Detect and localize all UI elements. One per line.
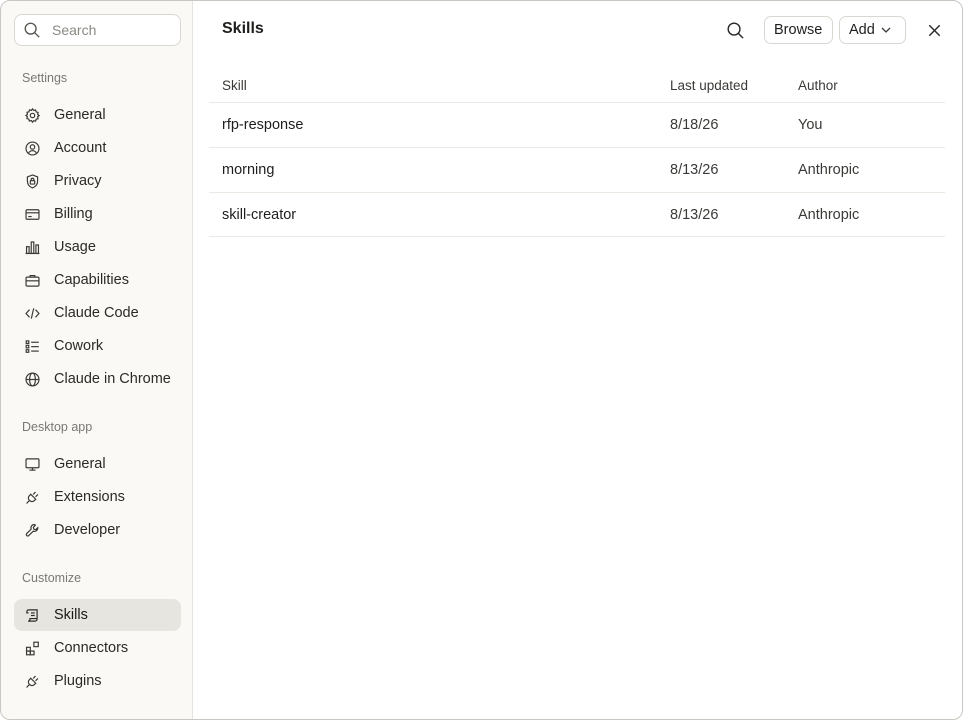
blocks-icon: [23, 639, 41, 657]
search-field[interactable]: [14, 14, 181, 46]
scroll-icon: [23, 606, 41, 624]
table-row[interactable]: morning 8/13/26 Anthropic: [209, 147, 945, 192]
sidebar-item-label: Skills: [54, 607, 88, 623]
settings-window: Settings General Account Privacy Billing…: [0, 0, 963, 720]
sidebar-item-developer[interactable]: Developer: [14, 514, 181, 546]
sidebar-item-label: Account: [54, 140, 107, 156]
credit-card-icon: [23, 205, 41, 223]
section-label-customize: Customize: [22, 571, 82, 585]
column-header-author[interactable]: Author: [798, 78, 838, 93]
sidebar-item-cowork[interactable]: Cowork: [14, 330, 181, 362]
sidebar-item-label: Plugins: [54, 673, 102, 689]
table-row[interactable]: skill-creator 8/13/26 Anthropic: [209, 192, 945, 237]
plug-icon: [23, 488, 41, 506]
plug-icon: [23, 672, 41, 690]
sidebar-item-label: Developer: [54, 522, 121, 538]
globe-icon: [23, 370, 41, 388]
sidebar-item-claude-in-chrome[interactable]: Claude in Chrome: [14, 363, 181, 395]
sidebar-item-skills[interactable]: Skills: [14, 599, 181, 631]
sidebar-item-label: Extensions: [54, 489, 125, 505]
skill-name: skill-creator: [222, 207, 297, 223]
main-panel: Skills Browse Add Skill Last updated Aut…: [194, 1, 962, 719]
sidebar-item-label: Billing: [54, 206, 93, 222]
sidebar-item-claude-code[interactable]: Claude Code: [14, 297, 181, 329]
last-updated: 8/13/26: [670, 207, 719, 223]
sidebar-item-usage[interactable]: Usage: [14, 231, 181, 263]
sidebar-item-label: Cowork: [54, 338, 104, 354]
sidebar-item-desktop-general[interactable]: General: [14, 448, 181, 480]
author: Anthropic: [798, 162, 860, 178]
browse-button[interactable]: Browse: [764, 16, 833, 44]
sidebar-item-privacy[interactable]: Privacy: [14, 165, 181, 197]
table-row[interactable]: rfp-response 8/18/26 You: [209, 102, 945, 147]
skill-name: morning: [222, 162, 275, 178]
sidebar-item-label: General: [54, 107, 106, 123]
search-icon: [24, 22, 40, 38]
gear-icon: [23, 106, 41, 124]
sidebar-item-connectors[interactable]: Connectors: [14, 632, 181, 664]
search-icon: [726, 21, 744, 39]
column-header-skill[interactable]: Skill: [222, 78, 247, 93]
close-icon: [928, 24, 940, 36]
section-label-desktop-app: Desktop app: [22, 420, 93, 434]
sidebar-item-capabilities[interactable]: Capabilities: [14, 264, 181, 296]
section-label-settings: Settings: [22, 71, 68, 85]
sidebar-item-label: Connectors: [54, 640, 129, 656]
sidebar-item-plugins[interactable]: Plugins: [14, 665, 181, 697]
last-updated: 8/18/26: [670, 117, 719, 133]
author: You: [798, 117, 823, 133]
add-button-label: Add: [849, 22, 875, 38]
browse-button-label: Browse: [774, 22, 823, 38]
last-updated: 8/13/26: [670, 162, 719, 178]
page-title: Skills: [222, 20, 264, 37]
search-button[interactable]: [721, 16, 749, 44]
briefcase-icon: [23, 271, 41, 289]
sidebar-item-label: Privacy: [54, 173, 102, 189]
sidebar: Settings General Account Privacy Billing…: [1, 1, 193, 719]
author: Anthropic: [798, 207, 860, 223]
shield-lock-icon: [23, 172, 41, 190]
sidebar-item-account[interactable]: Account: [14, 132, 181, 164]
sidebar-item-label: Usage: [54, 239, 96, 255]
user-circle-icon: [23, 139, 41, 157]
sidebar-item-label: Claude Code: [54, 305, 139, 321]
chevron-down-icon: [881, 27, 891, 33]
skill-name: rfp-response: [222, 117, 304, 133]
bar-chart-icon: [23, 238, 41, 256]
sidebar-item-billing[interactable]: Billing: [14, 198, 181, 230]
sidebar-item-general[interactable]: General: [14, 99, 181, 131]
wrench-icon: [23, 521, 41, 539]
search-input[interactable]: [52, 22, 172, 38]
close-button[interactable]: [920, 16, 948, 44]
code-icon: [23, 304, 41, 322]
sidebar-item-label: Capabilities: [54, 272, 129, 288]
add-button[interactable]: Add: [839, 16, 906, 44]
sidebar-item-label: General: [54, 456, 106, 472]
monitor-icon: [23, 455, 41, 473]
checklist-icon: [23, 337, 41, 355]
column-header-last-updated[interactable]: Last updated: [670, 78, 748, 93]
sidebar-item-label: Claude in Chrome: [54, 371, 171, 387]
sidebar-item-extensions[interactable]: Extensions: [14, 481, 181, 513]
